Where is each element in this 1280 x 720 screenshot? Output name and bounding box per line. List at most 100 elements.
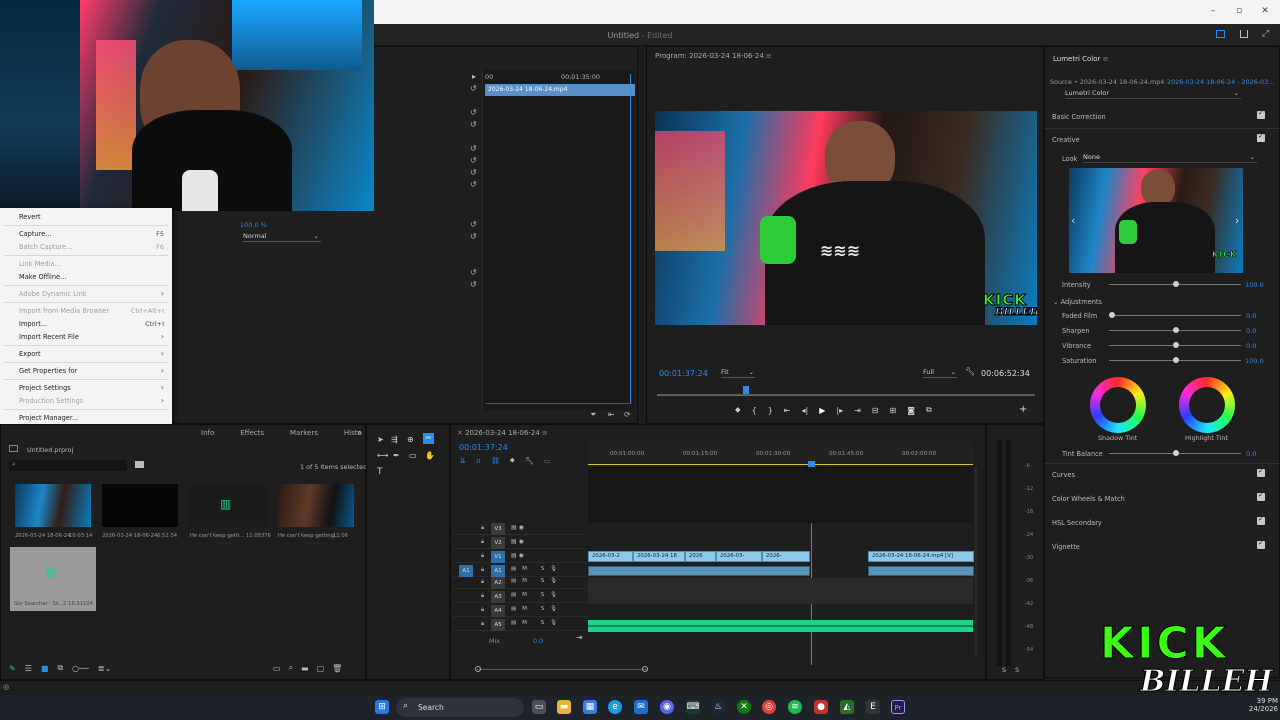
video-clip[interactable]: 2026: [685, 551, 716, 562]
reset-icon[interactable]: ↺: [470, 156, 477, 166]
nest-icon[interactable]: ⇊: [460, 457, 466, 465]
vibrance-slider[interactable]: [1109, 342, 1241, 348]
new-bin-icon[interactable]: [135, 461, 144, 468]
play-button-icon[interactable]: ▶: [819, 406, 825, 415]
track-target-label[interactable]: A1: [491, 565, 505, 577]
task-view-icon[interactable]: ▭: [532, 700, 546, 714]
project-item-thumb[interactable]: ▥: [190, 484, 266, 527]
reset-icon[interactable]: ↺: [470, 84, 477, 94]
button-editor-icon[interactable]: +: [1019, 404, 1027, 415]
intensity-slider-knob[interactable]: [1173, 281, 1179, 287]
sort-icon[interactable]: ≣⌄: [98, 664, 111, 673]
add-marker-icon[interactable]: ⬥: [735, 405, 741, 415]
hand-tool-icon[interactable]: ✋: [425, 451, 435, 460]
project-item-thumb[interactable]: [15, 484, 91, 527]
menu-item-revert[interactable]: Revert: [0, 210, 172, 223]
basic-correction-header[interactable]: Basic Correction: [1052, 113, 1106, 121]
track-target-label[interactable]: V1: [491, 551, 505, 563]
program-scrollbar[interactable]: [657, 395, 1035, 396]
hscroll-start-handle[interactable]: [475, 666, 481, 672]
track-mute-solo-mic-icon[interactable]: ▤M S🎙︎: [511, 606, 563, 612]
hsl-secondary-header[interactable]: HSL Secondary: [1052, 519, 1102, 527]
menu-item-import-recent-file[interactable]: Import Recent File ›: [0, 330, 172, 343]
video-clip[interactable]: 2026-03-24 18: [633, 551, 685, 562]
lock-icon[interactable]: 🔒︎: [481, 606, 484, 614]
sharpen-slider-knob[interactable]: [1173, 327, 1179, 333]
extract-icon[interactable]: ⊞: [890, 406, 897, 415]
hsl-secondary-checkbox[interactable]: [1257, 515, 1265, 525]
reset-icon[interactable]: ↺: [470, 144, 477, 154]
mark-in-icon[interactable]: {: [752, 406, 757, 415]
vu-solo-left[interactable]: S: [1002, 666, 1006, 674]
wrench-icon[interactable]: 🔧︎: [525, 457, 534, 465]
track-target-label[interactable]: V2: [491, 537, 505, 549]
find-icon[interactable]: ⌕: [289, 663, 293, 673]
tint-balance-knob[interactable]: [1173, 450, 1179, 456]
ec-clip-bar[interactable]: 2026-03-24 18-06-24.mp4: [485, 84, 635, 96]
recorder-icon[interactable]: ●: [814, 700, 828, 714]
menu-item-capture[interactable]: Capture... F5: [0, 227, 172, 240]
type-tool-icon[interactable]: T: [377, 467, 383, 477]
icon-view-icon[interactable]: ■: [41, 664, 49, 673]
epic-games-icon[interactable]: E: [866, 700, 880, 714]
lock-icon[interactable]: 🔒︎: [481, 552, 484, 560]
xbox-icon[interactable]: ✕: [737, 700, 751, 714]
export-frame-icon[interactable]: ◙: [907, 406, 915, 415]
track-mute-solo-mic-icon[interactable]: ▤M S🎙︎: [511, 592, 563, 598]
creative-header[interactable]: Creative: [1052, 136, 1080, 144]
timeline-vscroll[interactable]: [975, 467, 977, 657]
program-timecode[interactable]: 00:01:37:24: [659, 369, 708, 378]
project-item-thumb[interactable]: [278, 484, 354, 527]
tab-effects[interactable]: Effects: [240, 429, 264, 437]
shadow-tint-wheel[interactable]: [1090, 377, 1146, 433]
video-clip[interactable]: 2026-03-: [716, 551, 762, 562]
track-target-label[interactable]: A4: [491, 605, 505, 617]
slip-tool-icon[interactable]: ⟷: [377, 451, 388, 460]
video-clip[interactable]: 2026-: [762, 551, 810, 562]
track-mute-solo-mic-icon[interactable]: ▤M S🎙︎: [511, 578, 563, 584]
lock-icon[interactable]: 🔒︎: [481, 578, 484, 586]
tab-info[interactable]: Info: [201, 429, 214, 437]
timeline-hscroll[interactable]: [477, 669, 647, 670]
tint-balance-value[interactable]: 0.0: [1246, 450, 1256, 458]
delete-icon[interactable]: 🗑︎: [332, 664, 342, 673]
zoom-slider-icon[interactable]: ○──: [72, 664, 89, 673]
ec-settings-icon[interactable]: ⟳: [624, 410, 631, 419]
track-mute-solo-mic-icon[interactable]: ▤M S🎙︎: [511, 566, 563, 572]
look-preview-thumbnail[interactable]: KICK ‹ ›: [1069, 168, 1243, 273]
snap-icon[interactable]: ∩: [476, 457, 481, 465]
track-sync-eye-icon[interactable]: ▤ ◉: [511, 538, 524, 545]
go-to-in-icon[interactable]: ⇤: [784, 406, 791, 415]
ripple-edit-icon[interactable]: ⊕: [407, 435, 414, 444]
pen-tool-icon[interactable]: ✒: [393, 451, 400, 460]
look-select[interactable]: None ⌄: [1083, 153, 1257, 163]
reset-icon[interactable]: ↺: [470, 220, 477, 230]
intensity-value[interactable]: 100.0: [1245, 281, 1264, 289]
vignette-checkbox[interactable]: [1257, 539, 1265, 549]
track-sync-eye-icon[interactable]: ▤ ◉: [511, 552, 524, 559]
windows-start-icon[interactable]: ⊞: [375, 700, 389, 714]
hscroll-end-handle[interactable]: [642, 666, 648, 672]
new-item-icon[interactable]: ▢: [317, 664, 325, 673]
creative-checkbox[interactable]: [1257, 132, 1265, 142]
premiere-pro-icon[interactable]: Pr: [891, 700, 905, 714]
ec-playhead[interactable]: [630, 74, 631, 404]
work-area-bar[interactable]: [588, 464, 973, 465]
lift-icon[interactable]: ⊟: [872, 406, 879, 415]
project-item-thumb[interactable]: [102, 484, 178, 527]
menu-item-project-manager[interactable]: Project Manager...: [0, 411, 172, 424]
marker-icon[interactable]: ⬥: [510, 456, 515, 465]
wrench-icon[interactable]: 🔧︎: [965, 367, 975, 376]
step-forward-icon[interactable]: |▸: [836, 406, 843, 415]
linked-selection-icon[interactable]: ⛓: [491, 457, 500, 465]
track-target-label[interactable]: A5: [491, 619, 505, 631]
steam-icon[interactable]: ♨: [711, 700, 725, 714]
timeline-ruler[interactable]: 00:01:00:00 00:01:15:00 00:01:30:00 00:01:4…: [588, 441, 973, 465]
razor-tool-icon[interactable]: ✂: [423, 433, 434, 444]
video-clip[interactable]: 2026-03-2: [588, 551, 633, 562]
lock-icon[interactable]: 🔒︎: [481, 620, 484, 628]
ec-export-icon[interactable]: ⇤: [608, 410, 615, 419]
track-sync-eye-icon[interactable]: ▤ ◉: [511, 524, 524, 531]
tint-balance-slider[interactable]: [1109, 450, 1241, 456]
taskbar-clock[interactable]: 39 PM 24/2026: [1249, 697, 1278, 713]
